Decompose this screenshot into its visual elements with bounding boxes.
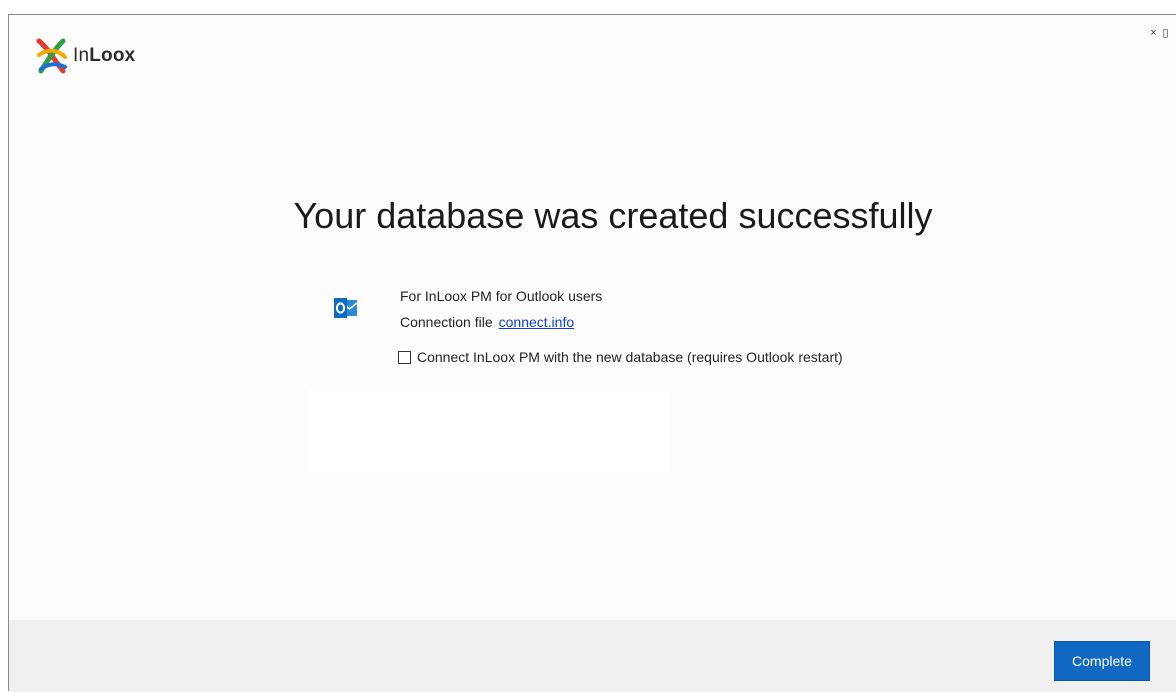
logo-text-regular: In [73,45,90,66]
connection-file-row: Connection file connect.info [400,314,574,330]
inloox-logo-icon [36,38,67,74]
connect-checkbox-row[interactable]: Connect InLoox PM with the new database … [398,349,843,365]
inloox-logo: InLoox [35,37,135,75]
blank-panel [308,388,671,472]
connection-file-label: Connection file [400,314,493,330]
setup-window: InLoox × ▯ Your database was created suc… [8,14,1176,692]
page-title: Your database was created successfully [293,195,933,236]
complete-button[interactable]: Complete [1054,641,1150,681]
logo-text: InLoox [73,45,135,67]
restore-icon[interactable]: ▯ [1161,27,1170,39]
outlook-icon [334,297,358,324]
logo-text-bold: Loox [89,45,136,66]
window-controls: × ▯ [1149,27,1170,39]
connect-checkbox[interactable] [398,350,411,364]
connect-checkbox-label[interactable]: Connect InLoox PM with the new database … [417,349,843,365]
connection-file-link[interactable]: connect.info [499,314,575,330]
footer-bar: Complete [9,620,1176,692]
close-icon[interactable]: × [1149,27,1158,39]
outlook-users-label: For InLoox PM for Outlook users [400,288,603,304]
